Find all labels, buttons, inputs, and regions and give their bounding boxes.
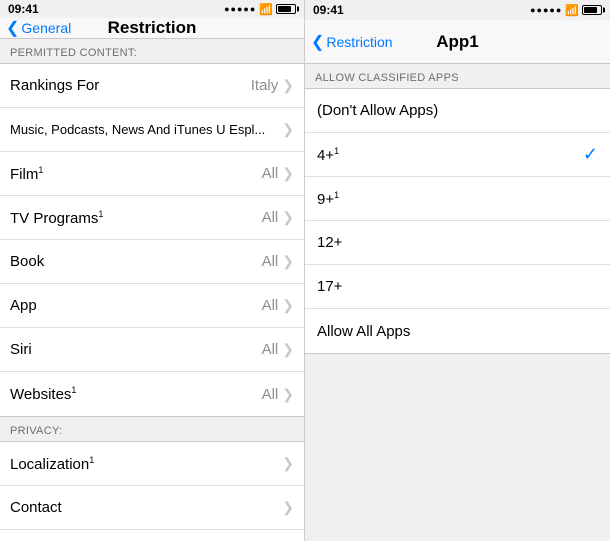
privacy-header: PRIVACY: (0, 417, 304, 441)
allow-item-4plus[interactable]: 4+1 ✓ (305, 133, 610, 177)
item-label: Film1 (10, 165, 262, 183)
item-chevron: ❯ (282, 165, 294, 182)
item-label: Localization1 (10, 455, 282, 473)
12plus-label: 12+ (317, 234, 342, 251)
left-status-bar: 09:41 ●●●●● 📶 (0, 0, 304, 18)
left-back-chevron: ❮ (6, 18, 19, 38)
item-label: Websites1 (10, 385, 262, 403)
4plus-label: 4+1 (317, 146, 339, 164)
right-time: 09:41 (313, 3, 344, 17)
item-chevron: ❯ (282, 209, 294, 226)
left-back-label: General (21, 20, 71, 36)
allow-item-all-apps[interactable]: Allow All Apps (305, 309, 610, 353)
allow-item-9plus[interactable]: 9+1 (305, 177, 610, 221)
allow-item-12plus[interactable]: 12+ (305, 221, 610, 265)
left-status-icons: ●●●●● 📶 (224, 3, 296, 16)
allow-item-dont-allow[interactable]: (Don't Allow Apps) (305, 89, 610, 133)
item-chevron: ❯ (282, 297, 294, 314)
left-nav-bar: ❮ General Restriction (0, 18, 304, 39)
item-label: App (10, 297, 262, 314)
item-chevron: ❯ (282, 121, 294, 138)
right-panel: 09:41 ●●●●● 📶 ❮ Restriction App1 ALLOW C… (305, 0, 610, 541)
list-item[interactable]: Calendar ❯ (0, 530, 304, 541)
item-value: All (262, 341, 279, 358)
item-value: All (262, 209, 279, 226)
right-nav-bar: ❮ Restriction App1 (305, 20, 610, 64)
right-background (305, 354, 610, 541)
list-item[interactable]: Websites1 All ❯ (0, 372, 304, 416)
left-time: 09:41 (8, 2, 39, 16)
list-item[interactable]: Music, Podcasts, News And iTunes U Espl.… (0, 108, 304, 152)
left-back-button[interactable]: ❮ General (6, 18, 71, 38)
right-battery-icon (582, 5, 602, 15)
right-status-icons: ●●●●● 📶 (530, 4, 602, 17)
dont-allow-label: (Don't Allow Apps) (317, 102, 438, 119)
allow-classified-list: (Don't Allow Apps) 4+1 ✓ 9+1 12+ 17+ All… (305, 88, 610, 354)
item-chevron: ❯ (282, 77, 294, 94)
left-panel: 09:41 ●●●●● 📶 ❮ General Restriction PERM… (0, 0, 305, 541)
right-nav-title: App1 (436, 32, 479, 52)
item-chevron: ❯ (282, 499, 294, 516)
privacy-list: Localization1 ❯ Contact ❯ Calendar ❯ Rem… (0, 441, 304, 541)
item-value: All (262, 165, 279, 182)
left-battery-icon (276, 4, 296, 14)
item-label: Siri (10, 341, 262, 358)
permitted-content-header: PERMITTED CONTENT: (0, 39, 304, 63)
9plus-label: 9+1 (317, 190, 339, 208)
left-nav-title: Restriction (108, 18, 197, 38)
item-chevron: ❯ (282, 386, 294, 403)
item-chevron: ❯ (282, 341, 294, 358)
left-wifi-icon: 📶 (259, 3, 273, 16)
item-value: All (262, 253, 279, 270)
list-item[interactable]: Localization1 ❯ (0, 442, 304, 486)
item-chevron: ❯ (282, 455, 294, 472)
allow-item-17plus[interactable]: 17+ (305, 265, 610, 309)
left-signal-icon: ●●●●● (224, 4, 256, 14)
right-back-chevron: ❮ (311, 32, 324, 52)
item-value: All (262, 297, 279, 314)
item-value: Italy (251, 77, 279, 94)
item-value: All (262, 386, 279, 403)
item-label: Music, Podcasts, News And iTunes U Espl.… (10, 122, 282, 137)
right-signal-icon: ●●●●● (530, 5, 562, 15)
item-label: Contact (10, 499, 282, 516)
item-chevron: ❯ (282, 253, 294, 270)
right-back-label: Restriction (326, 34, 392, 50)
list-item[interactable]: Siri All ❯ (0, 328, 304, 372)
item-label: Rankings For (10, 77, 251, 94)
list-item[interactable]: TV Programs1 All ❯ (0, 196, 304, 240)
allow-all-label: Allow All Apps (317, 323, 410, 340)
right-status-bar: 09:41 ●●●●● 📶 (305, 0, 610, 20)
list-item[interactable]: Book All ❯ (0, 240, 304, 284)
allow-classified-header: ALLOW CLASSIFIED APPS (305, 64, 610, 88)
item-label: TV Programs1 (10, 209, 262, 227)
list-item[interactable]: Rankings For Italy ❯ (0, 64, 304, 108)
list-item[interactable]: Contact ❯ (0, 486, 304, 530)
right-wifi-icon: 📶 (565, 4, 579, 17)
17plus-label: 17+ (317, 278, 342, 295)
list-item[interactable]: Film1 All ❯ (0, 152, 304, 196)
item-label: Book (10, 253, 262, 270)
right-back-button[interactable]: ❮ Restriction (311, 32, 393, 52)
4plus-checkmark: ✓ (583, 144, 598, 165)
list-item[interactable]: App All ❯ (0, 284, 304, 328)
permitted-content-list: Rankings For Italy ❯ Music, Podcasts, Ne… (0, 63, 304, 417)
